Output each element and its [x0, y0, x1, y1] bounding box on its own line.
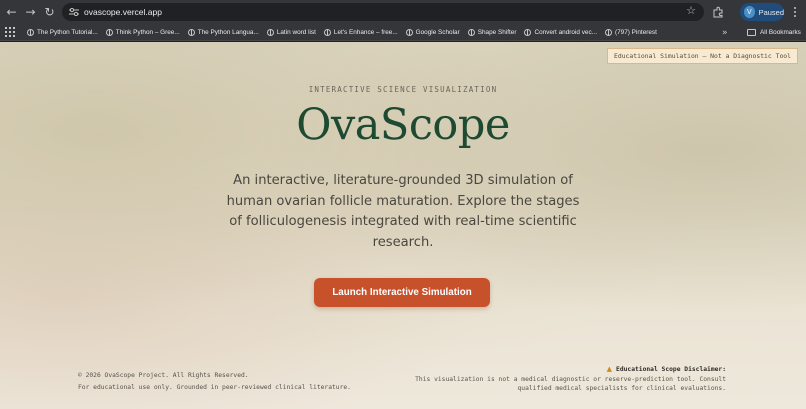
- globe-icon: [467, 28, 475, 36]
- bookmark-item[interactable]: The Python Tutorial...: [27, 28, 98, 36]
- launch-simulation-button[interactable]: Launch Interactive Simulation: [314, 278, 490, 307]
- hero-description: An interactive, literature-grounded 3D s…: [226, 173, 580, 250]
- folder-icon: [747, 29, 756, 36]
- globe-icon: [405, 28, 413, 36]
- url-text[interactable]: ovascope.vercel.app: [84, 7, 162, 17]
- avatar: V: [744, 6, 755, 18]
- disclaimer-block: ▲ Educational Scope Disclaimer: This vis…: [396, 365, 726, 393]
- footer-left: © 2026 OvaScope Project. All Rights Rese…: [78, 370, 351, 394]
- globe-icon: [524, 28, 532, 36]
- star-icon[interactable]: ☆: [686, 4, 696, 17]
- bookmark-item[interactable]: Let's Enhance – free...: [323, 28, 398, 36]
- site-info-icon[interactable]: [65, 8, 83, 16]
- extensions-icon[interactable]: [712, 5, 724, 18]
- globe-icon: [27, 28, 34, 36]
- back-arrow-icon[interactable]: ←: [2, 0, 21, 24]
- kebab-menu-icon[interactable]: [789, 3, 801, 21]
- profile-button[interactable]: V Paused: [740, 3, 784, 21]
- globe-icon: [266, 28, 274, 36]
- bookmark-item[interactable]: Latin word list: [266, 28, 316, 36]
- globe-icon: [604, 28, 612, 36]
- disclaimer-text: This visualization is not a medical diag…: [415, 376, 726, 392]
- educational-note: For educational use only. Grounded in pe…: [78, 384, 351, 391]
- bookmark-item[interactable]: Convert android vec...: [524, 28, 597, 36]
- globe-icon: [187, 28, 195, 36]
- more-bookmarks-button[interactable]: »: [722, 24, 728, 41]
- profile-status: Paused: [758, 7, 784, 17]
- brand-title: OvaScope: [296, 100, 510, 150]
- globe-icon: [105, 28, 113, 36]
- eyebrow-label: INTERACTIVE SCIENCE VISUALIZATION: [308, 85, 498, 94]
- bookmark-item[interactable]: Google Scholar: [405, 28, 460, 36]
- disclaimer-title: Educational Scope Disclaimer:: [616, 366, 726, 373]
- browser-toolbar: ← → ↻ ovascope.vercel.app ☆ V Paused: [0, 0, 806, 24]
- globe-icon: [323, 28, 331, 36]
- copyright-text: © 2026 OvaScope Project. All Rights Rese…: [78, 372, 249, 379]
- bookmark-item[interactable]: (797) Pinterest: [604, 28, 657, 36]
- reload-icon[interactable]: ↻: [40, 0, 59, 24]
- apps-icon[interactable]: [5, 27, 15, 37]
- simulation-badge: Educational Simulation — Not a Diagnosti…: [607, 48, 798, 64]
- all-bookmarks-button[interactable]: All Bookmarks: [747, 24, 801, 41]
- bookmark-item[interactable]: Think Python – Gree...: [105, 28, 180, 36]
- bookmark-item[interactable]: The Python Langua...: [187, 28, 259, 36]
- bookmark-item[interactable]: Shape Shifter: [467, 28, 516, 36]
- address-bar[interactable]: ovascope.vercel.app ☆: [62, 3, 704, 21]
- warning-icon: ▲: [606, 365, 613, 373]
- forward-arrow-icon[interactable]: →: [21, 0, 40, 24]
- landing-page: Educational Simulation — Not a Diagnosti…: [0, 42, 806, 409]
- bookmarks-bar: The Python Tutorial... Think Python – Gr…: [0, 24, 806, 41]
